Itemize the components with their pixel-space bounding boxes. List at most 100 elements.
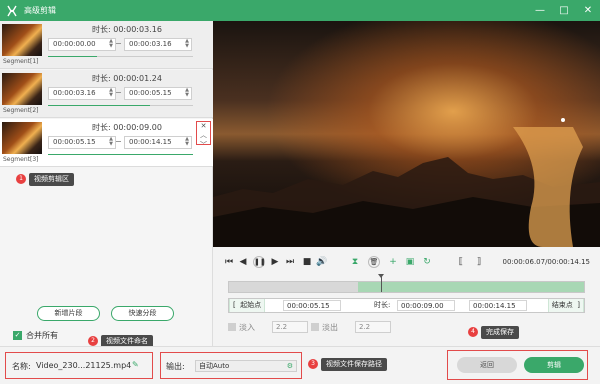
file-name-input[interactable]: Video_230...21125.mp4 xyxy=(36,361,131,370)
step-forward-icon[interactable]: ▶ xyxy=(269,256,281,268)
end-time-field[interactable]: 00:00:14.15 xyxy=(469,300,527,311)
segment-progress-fill xyxy=(48,56,98,57)
spinner-icon[interactable]: ▲ ▼ xyxy=(109,39,113,49)
timeline-selection[interactable] xyxy=(358,282,584,292)
merge-label: 合并所有 xyxy=(26,331,58,340)
merge-checkbox[interactable]: ✓ xyxy=(13,331,22,340)
segment-thumbnail xyxy=(2,122,42,154)
annotation-save-path: 视频文件保存路径 xyxy=(321,358,387,371)
minimize-button[interactable]: — xyxy=(534,3,546,17)
spinner-icon[interactable]: ▲ ▼ xyxy=(109,88,113,98)
spinner-icon[interactable]: ▲ ▼ xyxy=(109,137,113,147)
fade-in-option[interactable]: 淡入 2.2 xyxy=(228,321,308,333)
trim-duration-field[interactable]: 00:00:09.00 xyxy=(397,300,455,311)
range-dash xyxy=(116,92,121,93)
segment-progress-fill xyxy=(48,105,150,106)
annotation-save: 完成保存 xyxy=(481,326,519,339)
output-label: 输出: xyxy=(166,362,185,371)
annotation-edit-area: 视频剪辑区 xyxy=(29,173,74,186)
merge-all-option[interactable]: ✓ 合并所有 xyxy=(13,330,58,341)
segment-end-field[interactable]: 00:00:03.16 ▲ ▼ xyxy=(124,38,192,51)
skip-end-icon[interactable]: ⏭ xyxy=(284,256,296,268)
stop-icon[interactable]: ■ xyxy=(301,256,313,268)
segment-start-field[interactable]: 00:00:05.15 ▲ ▼ xyxy=(48,136,116,149)
reset-icon[interactable]: ↻ xyxy=(421,256,433,268)
segment-duration: 时长: 00:00:09.00 xyxy=(92,123,162,132)
add-segment-button[interactable]: 新增片段 xyxy=(37,306,100,321)
playhead[interactable] xyxy=(381,276,383,292)
segment-end-field[interactable]: 00:00:14.15 ▲ ▼ xyxy=(124,136,192,149)
delete-clip-icon[interactable]: 🗑 xyxy=(368,256,380,268)
range-dash xyxy=(116,141,121,142)
video-preview[interactable] xyxy=(213,21,600,247)
segment-panel: Segment[1] 时长: 00:00:03.16 00:00:00.00 ▲ ▼… xyxy=(0,21,213,346)
window-title: 高级剪辑 xyxy=(24,6,56,15)
output-path-group: 输出: 自动Auto ⚙ xyxy=(160,352,302,379)
start-time-field[interactable]: 00:00:05.15 xyxy=(283,300,341,311)
segment-label: Segment[3] xyxy=(3,156,39,163)
segment-item[interactable]: Segment[2] 时长: 00:00:01.24 00:00:03.16 ▲ ▼… xyxy=(0,70,213,118)
segment-tools: ✕ ︿ ﹀ xyxy=(196,121,211,149)
mark-in-icon[interactable]: ⟦ xyxy=(455,256,467,268)
video-mountains xyxy=(213,127,600,247)
maximize-button[interactable]: □ xyxy=(558,3,570,17)
annotation-badge-1: 1 xyxy=(16,174,26,184)
fade-in-label: 淡入 xyxy=(239,322,255,332)
trim-duration-label: 时长: xyxy=(374,301,391,309)
skip-start-icon[interactable]: ⏮ xyxy=(223,256,235,268)
add-clip-icon[interactable]: + xyxy=(387,256,399,268)
spinner-icon[interactable]: ▲ ▼ xyxy=(185,39,189,49)
volume-icon[interactable]: 🔊 xyxy=(316,256,328,268)
spinner-icon[interactable]: ▲ ▼ xyxy=(185,88,189,98)
fade-out-value[interactable]: 2.2 xyxy=(355,321,391,333)
delete-segment-icon[interactable]: ✕ xyxy=(201,122,207,130)
fade-in-value[interactable]: 2.2 xyxy=(272,321,308,333)
copy-clip-icon[interactable]: ▣ xyxy=(404,256,416,268)
step-back-icon[interactable]: ◀ xyxy=(237,256,249,268)
annotation-badge-4: 4 xyxy=(468,327,478,337)
trim-bar: [ 起始点 00:00:05.15 时长: 00:00:09.00 00:00:… xyxy=(228,298,585,313)
segment-label: Segment[2] xyxy=(3,107,39,114)
split-clip-icon[interactable]: ⧗ xyxy=(349,256,361,268)
segment-item-active[interactable]: Segment[3] 时长: 00:00:09.00 00:00:05.15 ▲ ▼… xyxy=(0,119,213,167)
edit-name-icon[interactable]: ✎ xyxy=(132,360,139,369)
spinner-icon[interactable]: ▲ ▼ xyxy=(185,137,189,147)
advanced-edit-window: 高级剪辑 — □ ✕ Segment[1] 时长: 00:00:03.16 00… xyxy=(0,0,600,384)
segment-item[interactable]: Segment[1] 时长: 00:00:03.16 00:00:00.00 ▲ ▼… xyxy=(0,21,213,69)
name-label: 名称: xyxy=(12,362,31,371)
fade-out-checkbox[interactable] xyxy=(311,323,319,331)
settings-gear-icon[interactable]: ⚙ xyxy=(287,361,293,371)
move-up-icon[interactable]: ︿ xyxy=(200,130,207,140)
segment-progress-fill xyxy=(48,154,193,155)
fade-out-label: 淡出 xyxy=(322,322,338,332)
segment-progress xyxy=(48,56,193,57)
segment-progress xyxy=(48,154,193,155)
segment-label: Segment[1] xyxy=(3,58,39,65)
segment-end-field[interactable]: 00:00:05.15 ▲ ▼ xyxy=(124,87,192,100)
name-field-group: 名称: Video_230...21125.mp4 ✎ xyxy=(5,352,153,379)
edit-save-button[interactable]: 剪辑 xyxy=(524,357,584,373)
quick-split-button[interactable]: 快速分段 xyxy=(111,306,174,321)
playback-timecode: 00:00:06.07/00:00:14.15 xyxy=(502,258,591,266)
segment-start-field[interactable]: 00:00:00.00 ▲ ▼ xyxy=(48,38,116,51)
playback-controls: ⏮ ◀ ❚❚ ▶ ⏭ ■ 🔊 ⧗ 🗑 + ▣ ↻ ⟦ ⟧ 00:00:06.07… xyxy=(213,247,600,277)
action-button-group: 返回 剪辑 xyxy=(447,350,588,380)
output-path-field[interactable]: 自动Auto ⚙ xyxy=(195,360,297,372)
annotation-badge-3: 3 xyxy=(308,359,318,369)
move-down-icon[interactable]: ﹀ xyxy=(200,140,207,150)
timeline-track[interactable] xyxy=(228,274,585,293)
title-bar: 高级剪辑 — □ ✕ xyxy=(0,0,600,21)
cursor-dot xyxy=(561,118,565,122)
segment-start-field[interactable]: 00:00:03.16 ▲ ▼ xyxy=(48,87,116,100)
close-button[interactable]: ✕ xyxy=(582,3,594,17)
back-button[interactable]: 返回 xyxy=(457,357,517,373)
segment-thumbnail xyxy=(2,24,42,56)
mark-out-icon[interactable]: ⟧ xyxy=(473,256,485,268)
set-end-button[interactable]: 结束点 ] xyxy=(547,299,584,312)
set-start-button[interactable]: [ 起始点 xyxy=(229,299,266,312)
pause-icon[interactable]: ❚❚ xyxy=(253,256,266,268)
segment-thumbnail xyxy=(2,73,42,105)
fade-in-checkbox[interactable] xyxy=(228,323,236,331)
annotation-badge-2: 2 xyxy=(88,336,98,346)
fade-out-option[interactable]: 淡出 2.2 xyxy=(311,321,391,333)
